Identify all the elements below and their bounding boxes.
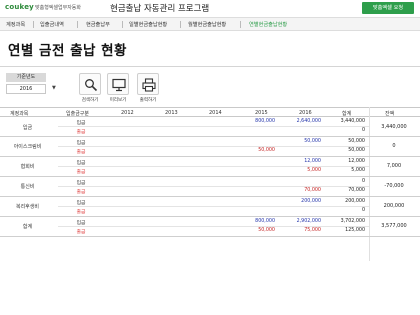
divider <box>0 66 420 67</box>
row-type: 출금 <box>76 170 86 175</box>
header-2014: 2014 <box>209 110 222 116</box>
menu-item-daily[interactable]: 일별현금출납현황 <box>129 21 167 28</box>
search-button-label: 검색하기 <box>81 98 99 103</box>
search-icon <box>85 79 98 92</box>
table-row: 입금 0 <box>0 178 420 187</box>
menu-separator <box>122 21 123 28</box>
table-row: 출금 50,000 75,000 125,000 <box>0 227 420 236</box>
table-row: 출금 70,000 70,000 <box>0 187 420 196</box>
header-2012: 2012 <box>121 110 134 116</box>
row-type: 입금 <box>76 201 86 206</box>
row-type: 입금 <box>76 221 86 226</box>
menu-item-cashbook[interactable]: 현금출납부 <box>86 21 110 28</box>
header-2015: 2015 <box>255 110 268 116</box>
table-row: 입금 50,000 50,000 <box>0 138 420 147</box>
menu-separator <box>77 21 78 28</box>
table-row: 출금 0 <box>0 207 420 216</box>
row-total: 0 <box>361 179 365 184</box>
row-total: 3,440,000 <box>340 119 365 124</box>
year-select[interactable]: 2016 <box>6 84 46 94</box>
value-2016: 12,000 <box>304 159 321 164</box>
header-account: 계정과목 <box>10 111 29 117</box>
row-total: 5,000 <box>351 168 365 173</box>
value-2016: 2,902,000 <box>296 219 321 224</box>
row-type: 입금 <box>76 121 86 126</box>
print-button-label: 출력하기 <box>139 98 157 103</box>
value-2015: 800,000 <box>255 219 275 224</box>
header-total: 합계 <box>342 111 352 117</box>
preview-button-label: 미리보기 <box>109 98 127 103</box>
row-total: 70,000 <box>348 188 365 193</box>
row-type: 입금 <box>76 161 86 166</box>
app-title: 현금출납 자동관리 프로그램 <box>110 4 210 14</box>
row-total: 125,000 <box>345 228 365 233</box>
row-type: 입금 <box>76 181 86 186</box>
header-balance: 잔액 <box>385 111 395 117</box>
page-title: 연별 금전 출납 현황 <box>8 43 127 59</box>
value-2015: 50,000 <box>258 148 275 153</box>
custom-excel-request-button[interactable]: 맞춤엑셀 요청 <box>362 2 414 14</box>
row-type: 입금 <box>76 141 86 146</box>
value-2015: 800,000 <box>255 119 275 124</box>
table-row: 출금 50,000 50,000 <box>0 147 420 156</box>
year-filter-label: 기준년도 <box>6 73 46 82</box>
table-row: 출금 0 <box>0 127 420 136</box>
table-row: 입금 200,000 200,000 <box>0 198 420 207</box>
row-total: 0 <box>361 208 365 213</box>
table-row: 입금 800,000 2,640,000 3,440,000 <box>0 118 420 127</box>
row-total: 200,000 <box>345 199 365 204</box>
menu-separator <box>180 21 181 28</box>
logo-subtitle: 맞춤형엑셀업무자동화 <box>35 5 82 11</box>
value-2015: 50,000 <box>258 228 275 233</box>
value-2016: 70,000 <box>304 188 321 193</box>
table-row: 입금 800,000 2,902,000 3,702,000 <box>0 218 420 227</box>
menu-separator <box>33 21 34 28</box>
search-button[interactable] <box>79 73 101 95</box>
row-type: 출금 <box>76 130 86 135</box>
row-total: 50,000 <box>348 139 365 144</box>
app-header: coukey 맞춤형엑셀업무자동화 현금출납 자동관리 프로그램 맞춤엑셀 요청 <box>0 0 420 17</box>
print-button[interactable] <box>137 73 159 95</box>
row-type: 출금 <box>76 230 86 235</box>
table-row: 입금 12,000 12,000 <box>0 158 420 167</box>
monitor-icon <box>112 78 126 92</box>
menu-separator <box>240 21 241 28</box>
value-2016: 5,000 <box>307 168 321 173</box>
value-2016: 2,640,000 <box>296 119 321 124</box>
app-logo: coukey <box>5 3 34 11</box>
menu-item-monthly[interactable]: 월별현금출납현황 <box>188 21 226 28</box>
value-2016: 50,000 <box>304 139 321 144</box>
row-type: 출금 <box>76 190 86 195</box>
menu-item-accounts[interactable]: 계정과목 <box>6 21 25 28</box>
menu-item-transactions[interactable]: 입출금내역 <box>40 21 64 28</box>
row-type: 출금 <box>76 210 86 215</box>
menu-item-yearly[interactable]: 연별현금출납현황 <box>249 21 287 28</box>
header-2016: 2016 <box>299 110 312 116</box>
row-total: 0 <box>361 128 365 133</box>
row-total: 50,000 <box>348 148 365 153</box>
header-type: 입출금구분 <box>66 111 90 117</box>
preview-button[interactable] <box>107 73 129 95</box>
printer-icon <box>142 78 156 92</box>
value-2016: 75,000 <box>304 228 321 233</box>
header-2013: 2013 <box>165 110 178 116</box>
main-menu: 계정과목 입출금내역 현금출납부 일별현금출납현황 월별현금출납현황 연별현금출… <box>0 17 420 31</box>
row-total: 12,000 <box>348 159 365 164</box>
table-row: 출금 5,000 5,000 <box>0 167 420 176</box>
chevron-down-icon[interactable]: ▼ <box>52 85 56 91</box>
table-header: 계정과목 입출금구분 2012 2013 2014 2015 2016 합계 잔… <box>0 107 420 117</box>
row-total: 3,702,000 <box>340 219 365 224</box>
row-type: 출금 <box>76 150 86 155</box>
value-2016: 200,000 <box>301 199 321 204</box>
